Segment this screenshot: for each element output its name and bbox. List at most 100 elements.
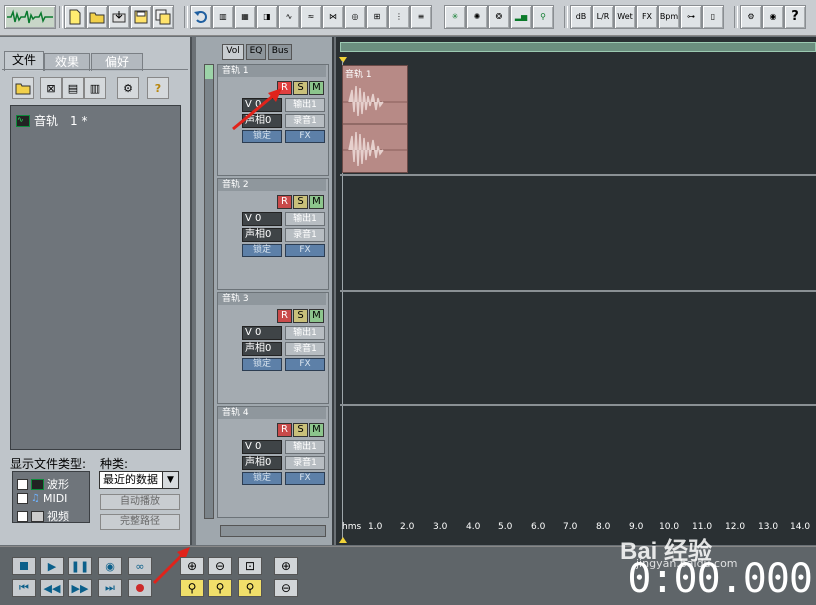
output-button[interactable]: 输出1 — [285, 440, 325, 454]
fade-icon[interactable]: ✺ — [466, 5, 488, 29]
checkbox-checked-icon[interactable]: ✕ — [17, 510, 28, 522]
mute-button[interactable]: M — [309, 423, 324, 437]
curve-icon[interactable]: ∿ — [278, 5, 300, 29]
zoom-in-horizontal-icon[interactable]: ⊕ — [180, 557, 204, 575]
track-timeline[interactable]: 音轨 1 hms 1.0 2.0 3.0 4.0 5.0 6.0 7.0 8.0… — [336, 37, 816, 545]
zoom-selection-right-icon[interactable]: ⚲ — [208, 579, 232, 597]
record-arm-button[interactable]: R — [277, 195, 292, 209]
volume-field[interactable]: V 0 — [242, 440, 282, 454]
type-video[interactable]: ✕ 视频 — [17, 508, 69, 524]
zoom-wave-icon[interactable]: ❂ — [488, 5, 510, 29]
mixer-horizontal-scrollbar[interactable] — [220, 525, 326, 537]
volume-field[interactable]: V 0 — [242, 326, 282, 340]
db-icon[interactable]: dB — [570, 5, 592, 29]
insert-track-icon[interactable]: ▤ — [62, 77, 84, 99]
zoom-in-vertical-icon[interactable]: ⊕ — [274, 557, 298, 575]
pan-field[interactable]: 声相0 — [242, 228, 282, 242]
record-input-button[interactable]: 录音1 — [285, 114, 325, 128]
zoom-selection-icon[interactable]: ⚲ — [238, 579, 262, 597]
trim-icon[interactable]: ◨ — [256, 5, 278, 29]
fullpath-button[interactable]: 完整路径 — [100, 514, 180, 530]
zoom-selection-left-icon[interactable]: ⚲ — [180, 579, 204, 597]
loop-icon[interactable]: ◎ — [344, 5, 366, 29]
help-icon[interactable]: ? — [784, 5, 806, 29]
loop-icon[interactable]: ∞ — [128, 557, 152, 575]
type-waveform[interactable]: ✕ 波形 — [17, 476, 69, 492]
record-input-button[interactable]: 录音1 — [285, 228, 325, 242]
help-wave-icon[interactable]: ◉ — [762, 5, 784, 29]
go-to-end-icon[interactable]: ⏭ — [98, 579, 122, 597]
track-lane-2[interactable] — [340, 178, 816, 292]
record-icon[interactable] — [128, 579, 152, 597]
mute-button[interactable]: M — [309, 309, 324, 323]
mixer-scrollbar[interactable] — [204, 64, 214, 519]
open-folder-icon[interactable] — [86, 5, 108, 29]
tab-bus[interactable]: Bus — [268, 44, 292, 60]
checkbox-checked-icon[interactable]: ✕ — [17, 478, 28, 490]
open-folder-icon[interactable] — [12, 77, 34, 99]
spark-icon[interactable]: ✳ — [444, 5, 466, 29]
solo-button[interactable]: S — [293, 423, 308, 437]
lock-button[interactable]: 锁定 — [242, 472, 282, 485]
solo-button[interactable]: S — [293, 195, 308, 209]
output-button[interactable]: 输出1 — [285, 98, 325, 112]
audio-clip[interactable]: 音轨 1 — [342, 65, 408, 173]
overview-bar[interactable] — [340, 42, 816, 52]
fx-button[interactable]: FX — [285, 358, 325, 371]
help-icon[interactable]: ? — [147, 77, 169, 99]
fx-icon[interactable]: FX — [636, 5, 658, 29]
go-to-start-icon[interactable]: ⏮ — [12, 579, 36, 597]
volume-field[interactable]: V 0 — [242, 212, 282, 226]
fx-button[interactable]: FX — [285, 130, 325, 143]
insert-multitrack-icon[interactable]: ▥ — [84, 77, 106, 99]
save-all-icon[interactable] — [152, 5, 174, 29]
playhead-marker-icon[interactable] — [339, 57, 347, 63]
search-wave-icon[interactable]: ⚲ — [532, 5, 554, 29]
save-icon[interactable] — [130, 5, 152, 29]
record-input-button[interactable]: 录音1 — [285, 456, 325, 470]
output-button[interactable]: 输出1 — [285, 212, 325, 226]
mute-button[interactable]: M — [309, 81, 324, 95]
new-file-icon[interactable] — [64, 5, 86, 29]
pan-field[interactable]: 声相0 — [242, 342, 282, 356]
monitor-icon[interactable]: ▯ — [702, 5, 724, 29]
playhead-marker-bottom-icon[interactable] — [339, 537, 347, 543]
mute-button[interactable]: M — [309, 195, 324, 209]
play-icon[interactable]: ▶ — [40, 557, 64, 575]
record-arm-button[interactable]: R — [277, 423, 292, 437]
tab-files[interactable]: 文件 — [4, 51, 44, 71]
lr-icon[interactable]: L/R — [592, 5, 614, 29]
chevron-down-icon[interactable]: ▼ — [162, 472, 178, 488]
spectrum-icon[interactable]: ▂▅ — [510, 5, 532, 29]
crossfade-icon[interactable]: ⋈ — [322, 5, 344, 29]
sort-select[interactable]: 最近的数据 ▼ — [99, 471, 179, 489]
tab-vol[interactable]: Vol — [222, 44, 244, 60]
undo-icon[interactable] — [190, 5, 212, 29]
align-icon[interactable]: ≡ — [410, 5, 432, 29]
close-file-icon[interactable]: ⊠ — [40, 77, 62, 99]
fast-forward-icon[interactable]: ▶▶ — [68, 579, 92, 597]
split-icon[interactable]: ▥ — [212, 5, 234, 29]
wet-icon[interactable]: Wet — [614, 5, 636, 29]
output-button[interactable]: 输出1 — [285, 326, 325, 340]
tab-eq[interactable]: EQ — [246, 44, 266, 60]
track-lane-3[interactable] — [340, 292, 816, 406]
options-icon[interactable]: ⚙ — [117, 77, 139, 99]
zoom-full-icon[interactable]: ⊡ — [238, 557, 262, 575]
pause-icon[interactable]: ❚❚ — [68, 557, 92, 575]
zoom-out-vertical-icon[interactable]: ⊖ — [274, 579, 298, 597]
rewind-icon[interactable]: ◀◀ — [40, 579, 64, 597]
grid-icon[interactable]: ▦ — [234, 5, 256, 29]
link-icon[interactable]: ⊶ — [680, 5, 702, 29]
solo-button[interactable]: S — [293, 309, 308, 323]
record-arm-button[interactable]: R — [277, 309, 292, 323]
snap-icon[interactable]: ⊞ — [366, 5, 388, 29]
bpm-icon[interactable]: Bpm — [658, 5, 680, 29]
autoplay-button[interactable]: 自动播放 — [100, 494, 180, 510]
lock-button[interactable]: 锁定 — [242, 244, 282, 257]
fx-button[interactable]: FX — [285, 472, 325, 485]
lock-button[interactable]: 锁定 — [242, 358, 282, 371]
type-midi[interactable]: ✕ ♫ MIDI — [17, 492, 67, 505]
envelope-icon[interactable]: ≈ — [300, 5, 322, 29]
track-lane-1[interactable] — [340, 64, 816, 176]
